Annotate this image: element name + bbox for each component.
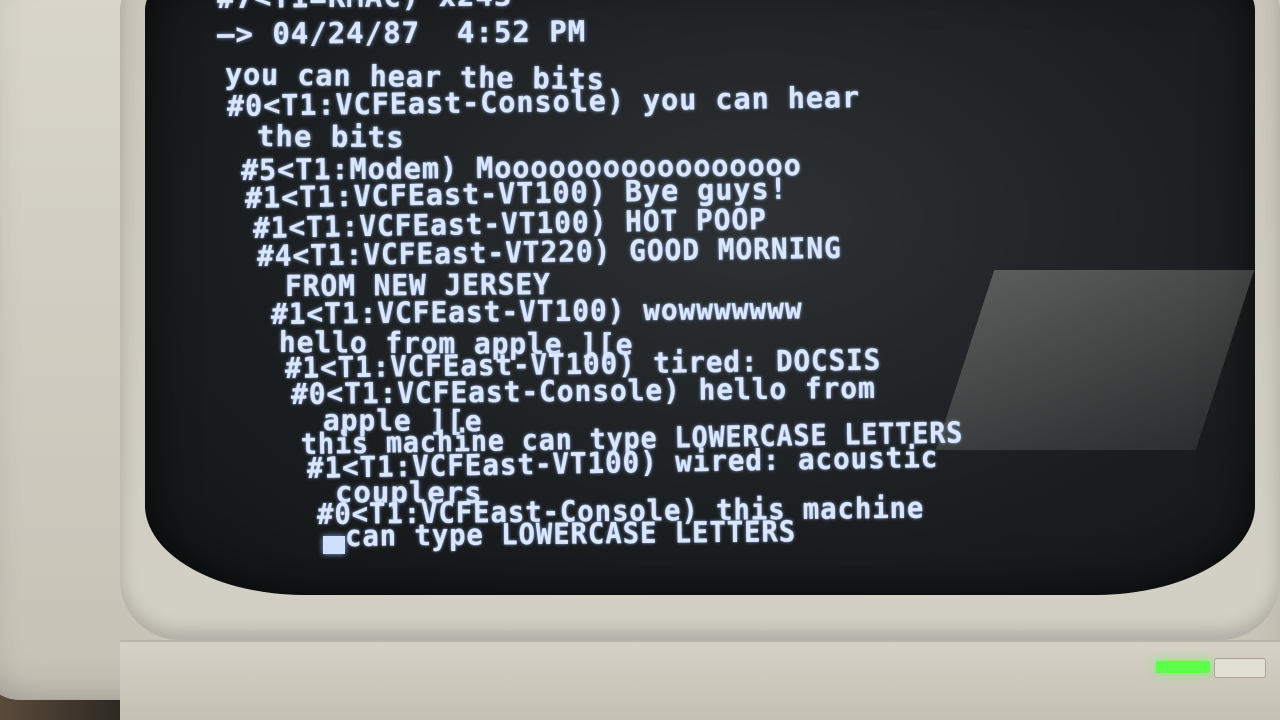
photo-scene: #7<T1=RMAC) x243 —> 04/24/87 4:52 PM you…	[0, 0, 1280, 720]
power-switch[interactable]	[1214, 658, 1266, 678]
terminal-line: —> 04/24/87 4:52 PM	[216, 14, 587, 51]
power-led-icon	[1156, 661, 1210, 673]
terminal-line: #4<T1:VCFEast-VT220) GOOD MORNING	[256, 230, 842, 273]
terminal-line: #7<T1=RMAC) x243	[217, 0, 513, 15]
terminal-line: #0<T1:VCFEast-Console) you can hear	[226, 80, 861, 123]
terminal-output: #7<T1=RMAC) x243 —> 04/24/87 4:52 PM you…	[145, 0, 1255, 595]
monitor-chin	[120, 640, 1280, 720]
crt-screen[interactable]: #7<T1=RMAC) x243 —> 04/24/87 4:52 PM you…	[145, 0, 1255, 595]
terminal-line: #1<T1:VCFEast-VT100) wowwwwwww	[270, 291, 803, 331]
terminal-line: the bits	[256, 119, 405, 155]
text-cursor	[323, 536, 345, 554]
terminal-line: can type LOWERCASE LETTERS	[344, 514, 797, 553]
